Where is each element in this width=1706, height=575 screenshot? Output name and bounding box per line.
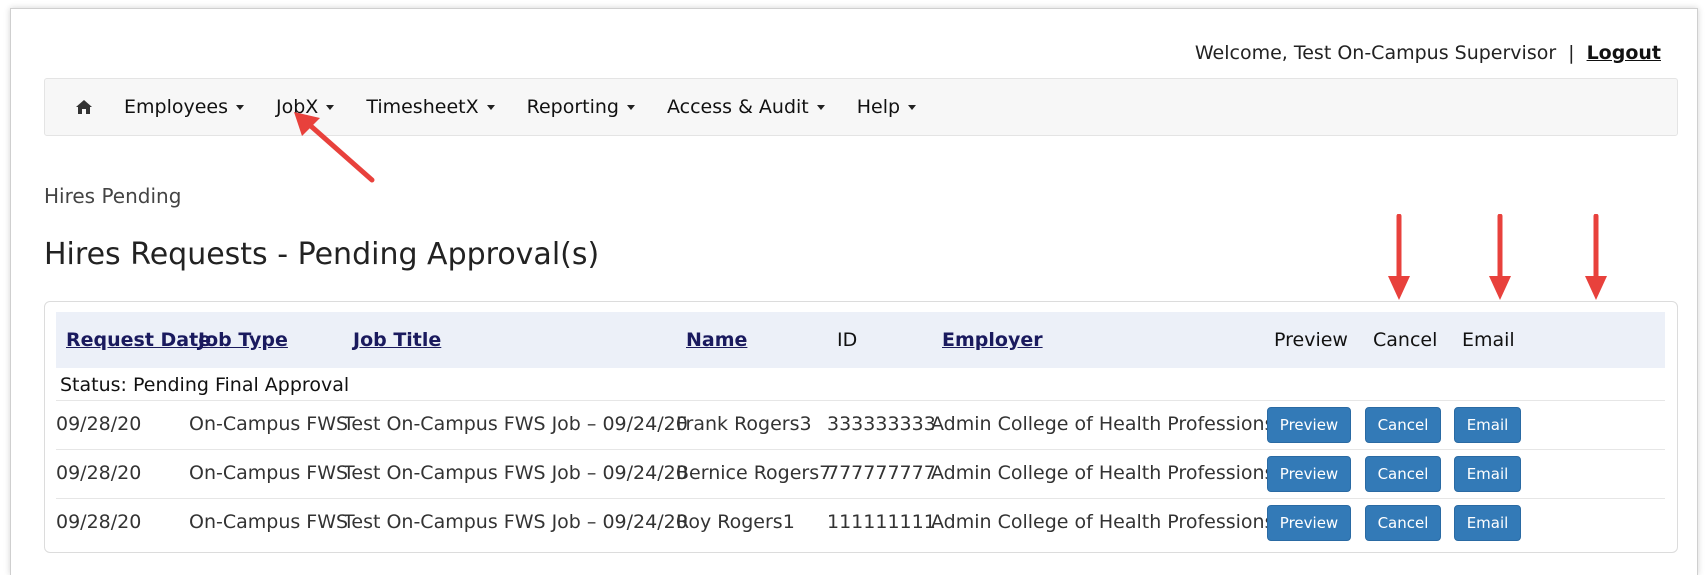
preview-button[interactable]: Preview (1267, 505, 1351, 541)
cell-name: Frank Rogers3 (676, 413, 812, 435)
chevron-down-icon (908, 104, 917, 110)
table-row: 09/28/20 On-Campus FWS Test On-Campus FW… (56, 449, 1665, 498)
welcome-separator: | (1568, 42, 1575, 64)
table-row: 09/28/20 On-Campus FWS Test On-Campus FW… (56, 498, 1665, 547)
nav-employees-label: Employees (124, 96, 228, 118)
cell-employer: Admin College of Health Professions (931, 413, 1275, 435)
nav-access-audit[interactable]: Access & Audit (667, 96, 825, 118)
cell-id: 333333333 (827, 413, 936, 435)
cancel-button[interactable]: Cancel (1365, 505, 1441, 541)
column-header-employer[interactable]: Employer (942, 329, 1043, 351)
status-group-label: Status: Pending Final Approval (60, 374, 350, 396)
chevron-down-icon (626, 104, 635, 110)
email-button[interactable]: Email (1454, 456, 1521, 492)
nav-timesheetx-label: TimesheetX (366, 96, 479, 118)
cell-request-date: 09/28/20 (56, 413, 142, 435)
nav-timesheetx[interactable]: TimesheetX (366, 96, 495, 118)
column-header-email: Email (1462, 329, 1515, 351)
cell-job-type: On-Campus FWS (189, 511, 349, 533)
cancel-button[interactable]: Cancel (1365, 456, 1441, 492)
chevron-down-icon (486, 104, 495, 110)
cell-name: Roy Rogers1 (676, 511, 795, 533)
annotation-arrow-icon (1489, 214, 1511, 300)
nav-help-label: Help (856, 96, 901, 118)
page-frame: Welcome, Test On-Campus Supervisor | Logou… (10, 8, 1698, 575)
nav-help[interactable]: Help (856, 96, 917, 118)
nav-employees[interactable]: Employees (124, 96, 244, 118)
column-header-job-title[interactable]: Job Title (353, 329, 441, 351)
logout-link[interactable]: Logout (1587, 42, 1661, 64)
column-header-job-type[interactable]: Job Type (198, 329, 288, 351)
cell-job-title: Test On-Campus FWS Job – 09/24/20 (343, 511, 688, 533)
table-row: 09/28/20 On-Campus FWS Test On-Campus FW… (56, 400, 1665, 449)
email-button[interactable]: Email (1454, 505, 1521, 541)
column-header-preview: Preview (1274, 329, 1348, 351)
cell-employer: Admin College of Health Professions (931, 462, 1275, 484)
preview-button[interactable]: Preview (1267, 407, 1351, 443)
cell-employer: Admin College of Health Professions (931, 511, 1275, 533)
cell-job-title: Test On-Campus FWS Job – 09/24/20 (343, 462, 688, 484)
welcome-text: Welcome, Test On-Campus Supervisor (1194, 42, 1557, 64)
breadcrumb: Hires Pending (44, 184, 182, 208)
email-button[interactable]: Email (1454, 407, 1521, 443)
cancel-button[interactable]: Cancel (1365, 407, 1441, 443)
chevron-down-icon (236, 104, 244, 110)
column-header-request-date[interactable]: Request Date (66, 329, 211, 351)
cell-id: 111111111 (827, 511, 936, 533)
chevron-down-icon (816, 104, 825, 110)
welcome-bar: Welcome, Test On-Campus Supervisor | Logou… (1195, 42, 1661, 64)
cell-id: 777777777 (827, 462, 936, 484)
cell-name: Bernice Rogers7 (676, 462, 832, 484)
cell-job-type: On-Campus FWS (189, 413, 349, 435)
column-header-name[interactable]: Name (686, 329, 747, 351)
preview-button[interactable]: Preview (1267, 456, 1351, 492)
column-header-cancel: Cancel (1373, 329, 1438, 351)
cell-job-title: Test On-Campus FWS Job – 09/24/20 (343, 413, 688, 435)
cell-request-date: 09/28/20 (56, 462, 142, 484)
nav-access-audit-label: Access & Audit (666, 96, 809, 118)
cell-request-date: 09/28/20 (56, 511, 142, 533)
column-header-id: ID (837, 329, 858, 351)
table-header: Request Date Job Type Job Title Name ID … (56, 312, 1665, 368)
nav-reporting[interactable]: Reporting (527, 96, 635, 118)
nav-reporting-label: Reporting (526, 96, 619, 118)
annotation-arrow-icon (1388, 214, 1410, 300)
cell-job-type: On-Campus FWS (189, 462, 349, 484)
pending-hires-table: Request Date Job Type Job Title Name ID … (44, 301, 1678, 553)
home-icon[interactable] (75, 97, 97, 117)
page-title: Hires Requests - Pending Approval(s) (44, 237, 600, 272)
annotation-arrow-icon (294, 112, 375, 183)
annotation-arrow-icon (1585, 214, 1607, 300)
